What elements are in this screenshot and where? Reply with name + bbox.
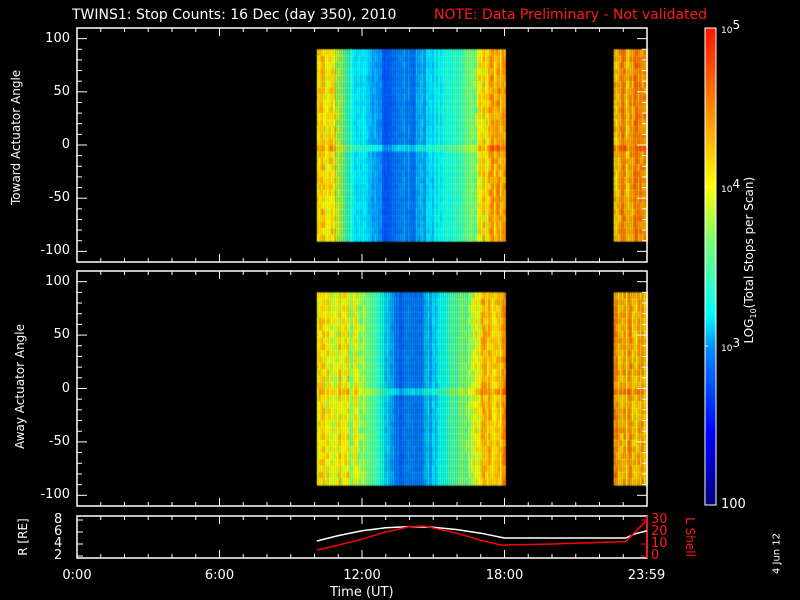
- x-tick-label: 6:00: [204, 568, 235, 583]
- y-tick-label: -50: [48, 433, 70, 449]
- x-axis-label: Time (UT): [330, 585, 394, 600]
- plot-title: TWINS1: Stop Counts: 16 Dec (day 350), 2…: [72, 7, 397, 23]
- x-tick-label: 12:00: [343, 568, 381, 583]
- y-tick-label: 100: [45, 273, 70, 289]
- away-ylabel: Away Actuator Angle: [13, 323, 27, 449]
- r-ylabel: R [RE]: [16, 518, 30, 556]
- x-tick-label: 18:00: [485, 568, 524, 583]
- y-tick-label: 100: [45, 30, 70, 46]
- x-tick-label: 23:59: [627, 568, 666, 583]
- y-tick-label: -100: [40, 243, 70, 259]
- colorbar-tick-label: 104: [721, 177, 741, 195]
- colorbar-tick-label: 105: [721, 18, 741, 36]
- y-tick-label: -100: [40, 487, 70, 503]
- lshell-tick-label: 0: [651, 548, 660, 563]
- date-stamp: 4 Jun 12: [771, 532, 783, 575]
- toward-ylabel: Toward Actuator Angle: [9, 69, 23, 205]
- y-tick-label: 50: [53, 327, 70, 343]
- colorbar-tick-label: 103: [721, 336, 741, 354]
- colorbar-label: LOG10(Total Stops per Scan): [741, 176, 759, 344]
- colorbar-tick-label: 100: [721, 497, 746, 512]
- x-tick-label: 0:00: [62, 568, 92, 583]
- y-tick-label: 0: [61, 380, 70, 396]
- axis-labels: 100 50 0 -50 -100 100 50 0 -50 -100 8 6 4 2 30 20 10 0 0:0…: [0, 0, 800, 600]
- r-tick-label: 2: [54, 548, 63, 563]
- preliminary-note: NOTE: Data Preliminary - Not validated: [434, 7, 708, 23]
- twins-stop-counts-plot: 100 50 0 -50 -100 100 50 0 -50 -100 8 6 4 2 30 20 10 0 0:0…: [0, 0, 800, 600]
- lshell-ylabel: L Shell: [683, 517, 697, 557]
